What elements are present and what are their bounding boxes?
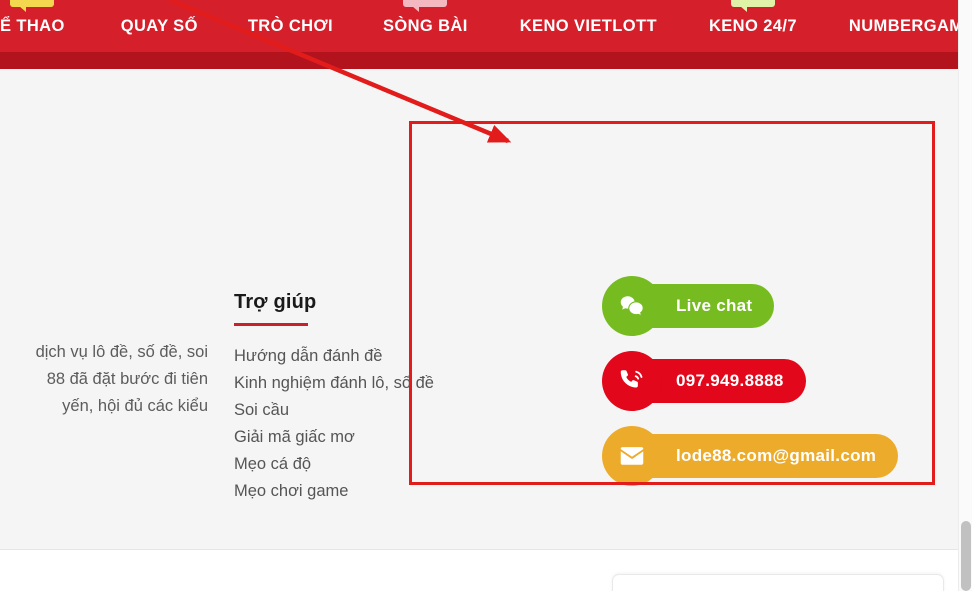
email-button[interactable]: lode88.com@gmail.com <box>602 425 899 487</box>
nav-item-5[interactable]: KENO 24/7 <box>709 0 797 52</box>
help-link-1[interactable]: Kinh nghiệm đánh lô, số đề <box>234 370 474 397</box>
nav-item-list: Ể THAO QUAY SỐ TRÒ CHƠI SÒNG BÀI KENO VIETLO… <box>0 0 958 52</box>
chat-bubble-icon <box>620 296 644 317</box>
nav-item-label: Ể THAO <box>0 17 65 35</box>
help-title-underline <box>234 323 308 326</box>
nav-item-label: TRÒ CHƠI <box>247 17 333 35</box>
envelope-icon <box>620 447 644 465</box>
nav-item-label: QUAY SỐ <box>120 17 198 35</box>
about-text-line: yến, hội đủ các kiểu <box>62 397 208 415</box>
phone-button-icon-circle[interactable] <box>602 351 662 411</box>
about-text-line: dịch vụ lô đề, số đề, soi <box>35 343 208 361</box>
bottom-floating-panel[interactable] <box>612 574 944 591</box>
main-navigation-bar: Ể THAO QUAY SỐ TRÒ CHƠI SÒNG BÀI KENO VIETLO… <box>0 0 958 52</box>
footer-contact-column: Live chat 097.949.8888 lode88.com@gmail.co… <box>602 275 899 500</box>
help-link-2[interactable]: Soi cầu <box>234 397 474 424</box>
phone-call-icon <box>620 370 643 388</box>
nav-item-0[interactable]: Ể THAO <box>0 0 65 52</box>
nav-bottom-strip <box>0 52 958 69</box>
help-link-4[interactable]: Mẹo cá độ <box>234 451 474 478</box>
nav-badge-icon <box>730 0 775 12</box>
scrollbar-thumb[interactable] <box>961 521 971 591</box>
email-button-icon-circle[interactable] <box>602 426 662 486</box>
help-link-0[interactable]: Hướng dẫn đánh đề <box>234 343 474 370</box>
footer-content-area: dịch vụ lô đề, số đề, soi 88 đã đặt bước … <box>0 69 958 549</box>
footer-help-column: Trợ giúp Hướng dẫn đánh đề Kinh nghiệm đá… <box>234 291 474 505</box>
help-column-title: Trợ giúp <box>234 291 317 313</box>
nav-item-3[interactable]: SÒNG BÀI <box>383 0 468 52</box>
nav-item-2[interactable]: TRÒ CHƠI <box>248 0 333 52</box>
live-chat-button-icon-circle[interactable] <box>602 276 662 336</box>
nav-item-label: KENO 24/7 <box>708 17 797 35</box>
nav-item-label: KENO VIETLOTT <box>519 17 657 35</box>
nav-item-6[interactable]: NUMBERGAME <box>849 0 958 52</box>
nav-item-label: SÒNG BÀI <box>382 17 468 35</box>
page-viewport: Ể THAO QUAY SỐ TRÒ CHƠI SÒNG BÀI KENO VIETLO… <box>0 0 958 591</box>
about-text-line: 88 đã đặt bước đi tiên <box>46 370 208 388</box>
help-link-5[interactable]: Mẹo chơi game <box>234 478 474 505</box>
phone-button[interactable]: 097.949.8888 <box>602 350 806 412</box>
nav-item-4[interactable]: KENO VIETLOTT <box>520 0 657 52</box>
footer-about-column: dịch vụ lô đề, số đề, soi 88 đã đặt bước … <box>0 339 208 420</box>
live-chat-button[interactable]: Live chat <box>602 275 775 337</box>
nav-badge-icon <box>403 0 448 12</box>
help-link-3[interactable]: Giải mã giấc mơ <box>234 424 474 451</box>
nav-item-1[interactable]: QUAY SỐ <box>121 0 198 52</box>
help-link-list: Hướng dẫn đánh đề Kinh nghiệm đánh lô, số… <box>234 343 474 505</box>
nav-badge-icon <box>10 0 55 12</box>
nav-item-label: NUMBERGAME <box>848 17 958 35</box>
vertical-scrollbar[interactable] <box>958 0 972 591</box>
email-button-label[interactable]: lode88.com@gmail.com <box>624 434 899 478</box>
